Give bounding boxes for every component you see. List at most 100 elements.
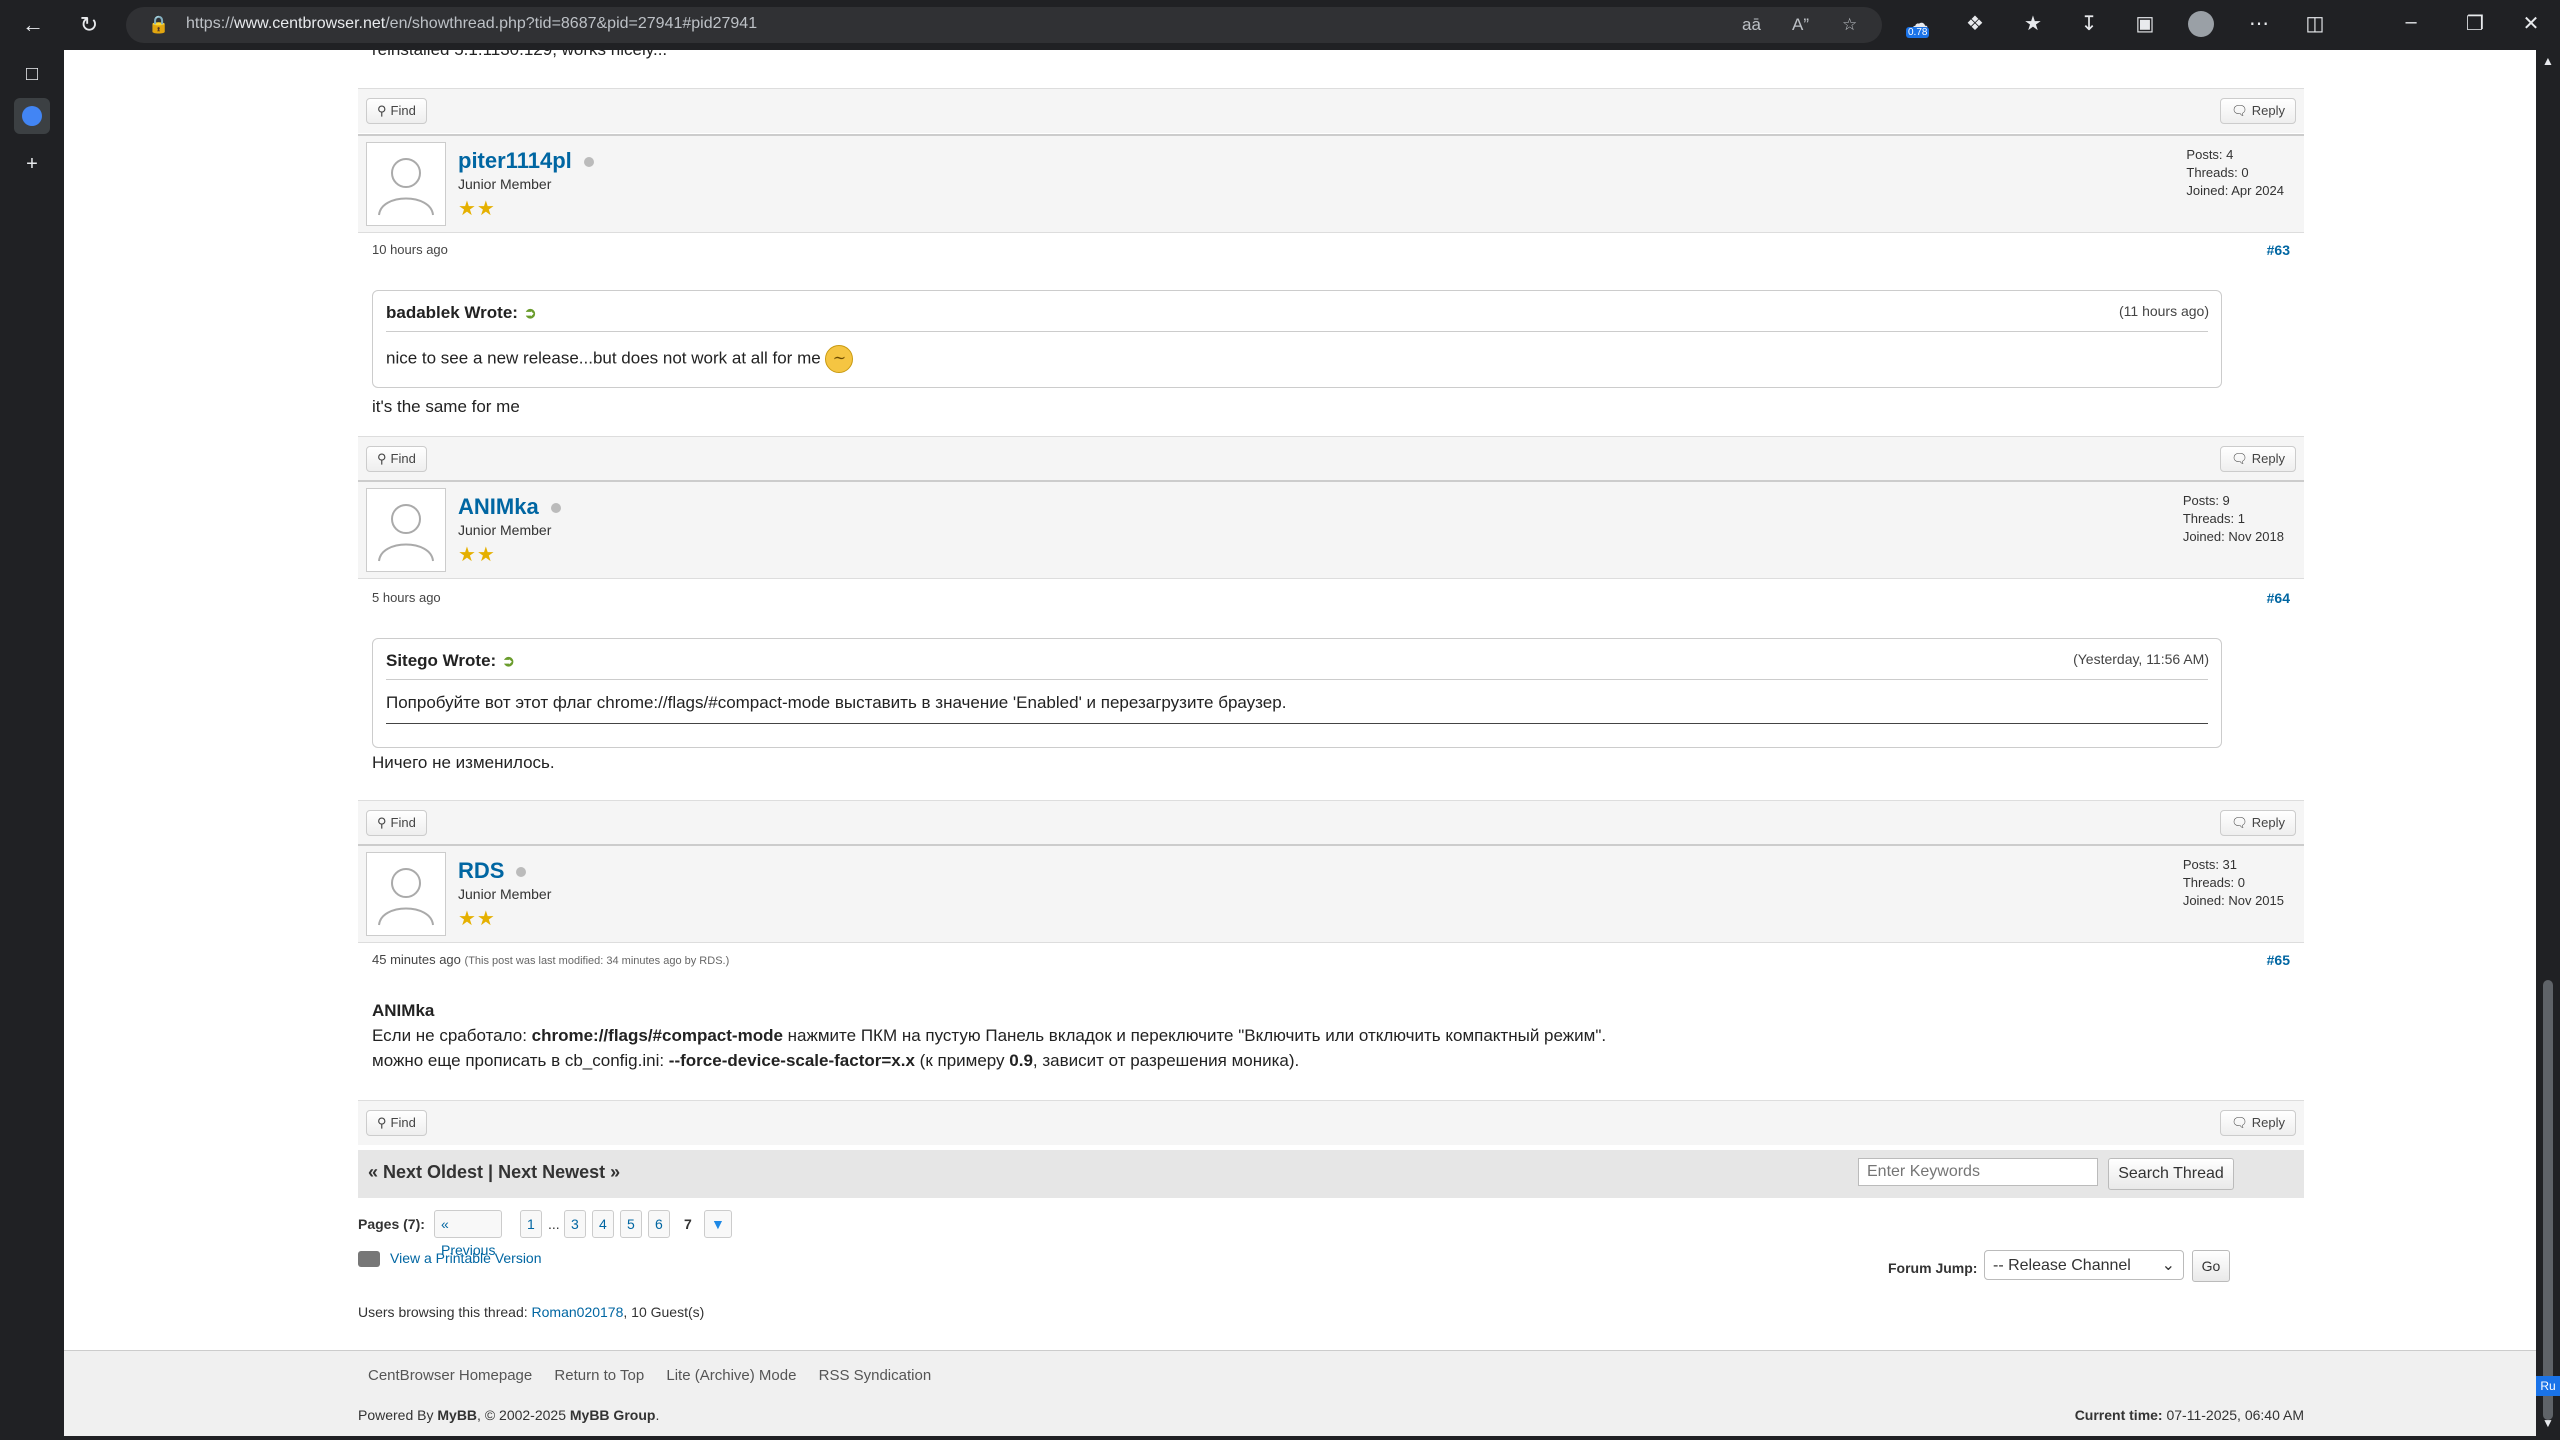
refresh-icon[interactable]: ↻ — [72, 9, 106, 41]
page-4-link[interactable]: 4 — [592, 1210, 614, 1238]
reply-button[interactable]: 🗨 Reply — [2220, 810, 2296, 836]
address-bar[interactable]: 🔒 https://www.centbrowser.net/en/showthr… — [126, 7, 1882, 43]
profile-avatar-icon[interactable] — [2186, 11, 2216, 43]
previous-page-link[interactable]: « Previous — [434, 1210, 503, 1258]
footer-link-rss[interactable]: RSS Syndication — [819, 1367, 932, 1384]
scroll-down-icon[interactable]: ▼ — [2542, 1416, 2554, 1430]
footer-bottom: Powered By MyBB, © 2002-2025 MyBB Group.… — [358, 1407, 2304, 1423]
magnifier-icon: ⚲ — [377, 103, 387, 118]
quote-block: Sitego Wrote: ➲ (Yesterday, 11:56 AM) Поп… — [372, 638, 2222, 748]
current-time: Current time: 07-11-2025, 06:40 AM — [2074, 1407, 2304, 1423]
post-body: it's the same for me — [372, 397, 520, 416]
mybb-group-link[interactable]: MyBB Group — [570, 1407, 656, 1423]
author-name[interactable]: ANIMka — [458, 494, 561, 520]
chevron-down-icon: ⌄ — [2161, 1257, 2175, 1274]
footer-link-lite-mode[interactable]: Lite (Archive) Mode — [666, 1367, 796, 1384]
forum-jump-label: Forum Jump: — [1888, 1260, 1978, 1276]
favorite-star-icon[interactable]: ☆ — [1842, 15, 1857, 35]
pagination-ellipsis: ... — [548, 1216, 560, 1232]
post-number-link[interactable]: #65 — [2267, 952, 2290, 968]
forum-jump-select[interactable]: -- Release Channel ⌄ — [1984, 1250, 2184, 1280]
quote-divider — [386, 331, 2208, 332]
post-meta: 45 minutes ago (This post was last modif… — [358, 942, 2304, 982]
url-text[interactable]: https://www.centbrowser.net/en/showthrea… — [186, 15, 757, 33]
page-6-link[interactable]: 6 — [648, 1210, 670, 1238]
find-button[interactable]: ⚲ Find — [366, 446, 427, 472]
extension-badge: 0.78 — [1906, 27, 1930, 38]
quote-body: Попробуйте вот этот флаг chrome://flags/… — [386, 693, 1287, 712]
page-scrollbar[interactable]: ▲ Ru ▼ — [2536, 50, 2560, 1440]
lock-icon[interactable]: 🔒 — [148, 15, 169, 35]
printer-icon — [358, 1251, 380, 1268]
active-tab-icon[interactable] — [14, 98, 50, 134]
sidebar-toggle-icon[interactable]: ◫ — [2300, 11, 2330, 36]
translate-icon[interactable]: аā — [1742, 15, 1761, 35]
back-icon[interactable]: ← — [16, 9, 50, 41]
read-aloud-icon[interactable]: A” — [1792, 15, 1809, 35]
printable-version-link[interactable]: View a Printable Version — [358, 1250, 542, 1268]
scroll-up-icon[interactable]: ▲ — [2542, 54, 2554, 68]
post-number-link[interactable]: #64 — [2267, 590, 2290, 606]
page-1-link[interactable]: 1 — [520, 1210, 542, 1238]
reply-icon: 🗨 — [2231, 815, 2248, 830]
tab-actions-icon[interactable]: □ — [14, 56, 50, 92]
favorites-icon[interactable]: ★ — [2018, 11, 2048, 36]
page-5-link[interactable]: 5 — [620, 1210, 642, 1238]
rank-stars-icon: ★★ — [458, 908, 496, 930]
download-icon[interactable]: ↧ — [2074, 11, 2104, 36]
avatar[interactable] — [366, 852, 446, 936]
screenshot-icon[interactable]: ▣ — [2130, 11, 2160, 36]
quote-link-arrow-icon[interactable]: ➲ — [524, 305, 537, 322]
footer-links: CentBrowser Homepage Return to Top Lite … — [368, 1367, 949, 1384]
author-name[interactable]: piter1114pl — [458, 148, 594, 174]
browser-toolbar: ← ↻ 🔒 https://www.centbrowser.net/en/sho… — [0, 0, 2560, 50]
avatar[interactable] — [366, 142, 446, 226]
mybb-link[interactable]: MyBB — [437, 1407, 477, 1423]
post-buttons: ⚲ Find 🗨 Reply — [358, 436, 2304, 481]
offline-status-icon — [583, 157, 594, 168]
quote-body: nice to see a new release...but does not… — [386, 345, 854, 373]
browsing-user-link[interactable]: Roman020178 — [532, 1304, 624, 1320]
thread-navigation: « Next Oldest | Next Newest » Search Thr… — [358, 1150, 2304, 1198]
post-meta: 5 hours ago #64 — [358, 580, 2304, 620]
post-number-link[interactable]: #63 — [2267, 242, 2290, 258]
post-body: ANIMka Если не сработало: chrome://flags… — [372, 1001, 1607, 1070]
quote-block: badablek Wrote: ➲ (11 hours ago) nice to … — [372, 290, 2222, 388]
quote-link-arrow-icon[interactable]: ➲ — [502, 653, 515, 670]
next-oldest-newest-links[interactable]: « Next Oldest | Next Newest » — [368, 1162, 620, 1183]
puzzle-icon[interactable]: ❖ — [1960, 11, 1990, 36]
reply-button[interactable]: 🗨 Reply — [2220, 98, 2296, 124]
find-button[interactable]: ⚲ Find — [366, 98, 427, 124]
powered-by: Powered By MyBB, © 2002-2025 MyBB Group. — [358, 1407, 660, 1423]
page-3-link[interactable]: 3 — [564, 1210, 586, 1238]
footer-link-return-top[interactable]: Return to Top — [554, 1367, 644, 1384]
confused-emoji-icon: ∼ — [825, 345, 854, 373]
new-tab-icon[interactable]: + — [14, 146, 50, 182]
minimize-icon[interactable]: – — [2396, 11, 2426, 34]
author-stats: Posts: 9 Threads: 1 Joined: Nov 2018 — [2182, 493, 2284, 544]
reply-icon: 🗨 — [2231, 1115, 2248, 1130]
author-name[interactable]: RDS — [458, 858, 527, 884]
footer-link-homepage[interactable]: CentBrowser Homepage — [368, 1367, 532, 1384]
scrollbar-thumb[interactable] — [2543, 980, 2553, 1420]
post-buttons: ⚲ Find 🗨 Reply — [358, 88, 2304, 133]
post-date: 10 hours ago — [372, 242, 448, 257]
search-thread-button[interactable]: Search Thread — [2108, 1158, 2234, 1190]
forum-go-button[interactable]: Go — [2192, 1250, 2230, 1282]
quote-time: (11 hours ago) — [2118, 303, 2209, 319]
author-stats: Posts: 31 Threads: 0 Joined: Nov 2015 — [2182, 857, 2284, 908]
find-button[interactable]: ⚲ Find — [366, 1110, 427, 1136]
find-button[interactable]: ⚲ Find — [366, 810, 427, 836]
page-jump-dropdown-icon[interactable]: ▼ — [704, 1210, 732, 1238]
reply-button[interactable]: 🗨 Reply — [2220, 446, 2296, 472]
close-icon[interactable]: ✕ — [2516, 11, 2546, 36]
reply-button[interactable]: 🗨 Reply — [2220, 1110, 2296, 1136]
mention-name: ANIMka — [372, 1001, 435, 1020]
search-thread-input[interactable] — [1858, 1158, 2098, 1186]
maximize-icon[interactable]: ❐ — [2460, 11, 2490, 36]
extension-icon[interactable]: ☁ 0.78 — [1904, 11, 1934, 38]
avatar[interactable] — [366, 488, 446, 572]
language-badge[interactable]: Ru — [2536, 1376, 2560, 1396]
post-date: 45 minutes ago (This post was last modif… — [372, 952, 730, 967]
more-menu-icon[interactable]: ⋯ — [2244, 11, 2274, 36]
